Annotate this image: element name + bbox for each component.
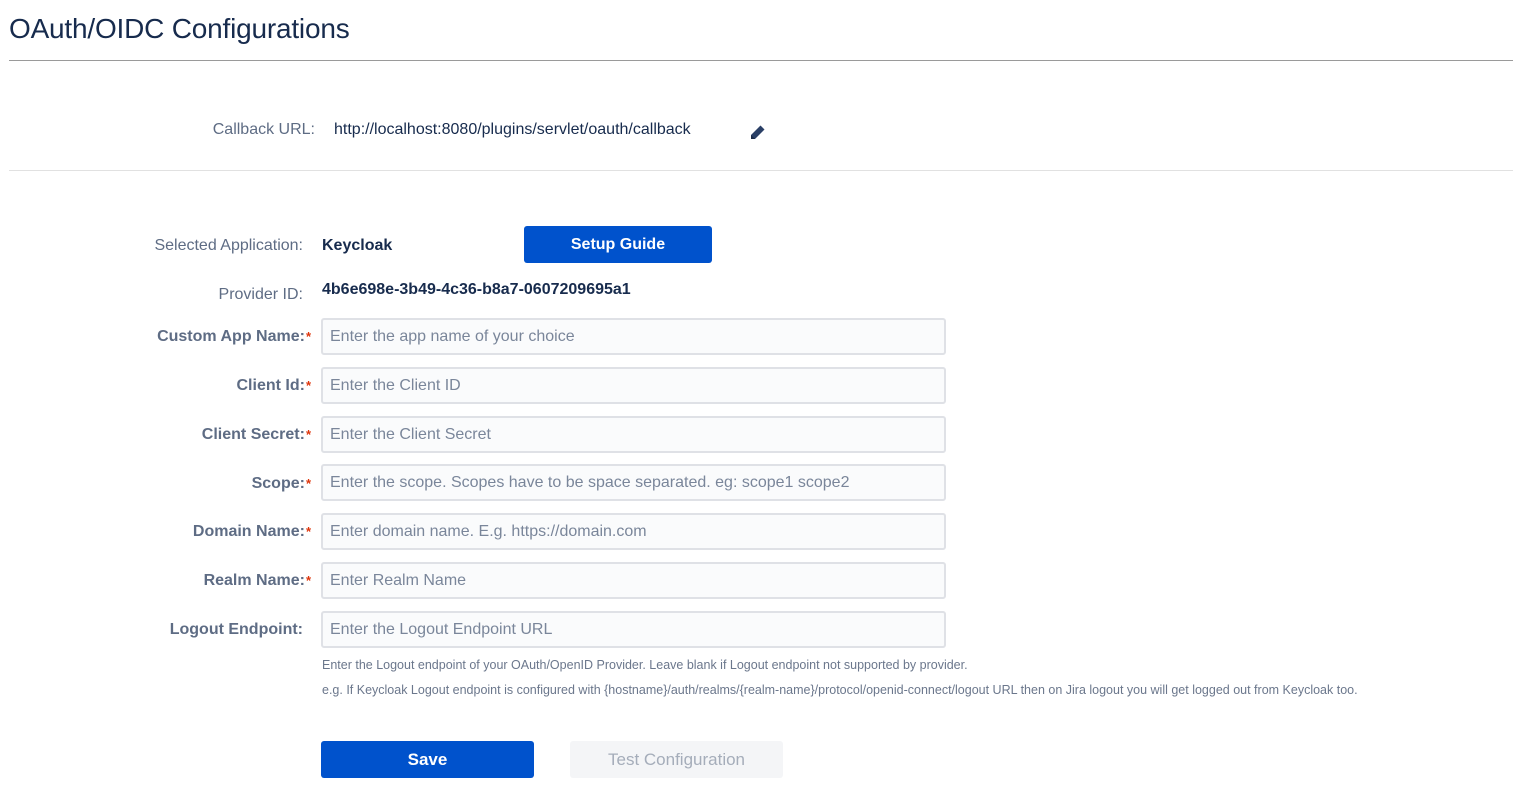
page-title: OAuth/OIDC Configurations [9,13,350,44]
client-id-label-text: Client Id: [236,377,305,394]
realm-name-label: Realm Name:* [204,571,311,591]
required-marker: * [305,573,311,588]
logout-endpoint-help: Enter the Logout endpoint of your OAuth/… [322,658,968,672]
section-divider [9,170,1513,171]
selected-application-label: Selected Application: [154,237,303,254]
domain-name-label-text: Domain Name: [192,523,305,540]
required-marker: * [305,524,311,539]
provider-id-value: 4b6e698e-3b49-4c36-b8a7-0607209695a1 [322,281,631,298]
realm-name-label-text: Realm Name: [203,572,305,589]
client-secret-label: Client Secret:* [202,425,311,445]
test-configuration-button[interactable]: Test Configuration [570,741,783,778]
required-marker: * [305,378,311,393]
title-divider [9,60,1513,61]
client-id-input[interactable] [321,367,946,404]
client-secret-label-text: Client Secret: [201,426,305,443]
required-marker: * [305,476,311,491]
provider-id-label: Provider ID: [218,286,303,303]
required-marker: * [305,329,311,344]
scope-label: Scope:* [252,474,311,494]
setup-guide-button[interactable]: Setup Guide [524,226,712,263]
callback-url-value: http://localhost:8080/plugins/servlet/oa… [334,121,691,138]
domain-name-label: Domain Name:* [193,522,311,542]
client-id-label: Client Id:* [237,376,312,396]
scope-input[interactable] [321,464,946,501]
save-button[interactable]: Save [321,741,534,778]
client-secret-input[interactable] [321,416,946,453]
logout-endpoint-example: e.g. If Keycloak Logout endpoint is conf… [322,683,1358,697]
callback-url-label: Callback URL: [212,121,315,138]
pencil-icon[interactable] [748,123,767,142]
selected-application-value: Keycloak [322,237,393,254]
custom-app-name-label-text: Custom App Name: [157,328,305,345]
required-marker: * [305,427,311,442]
realm-name-input[interactable] [321,562,946,599]
custom-app-name-label: Custom App Name:* [157,327,311,347]
oauth-config-page: OAuth/OIDC Configurations Callback URL: … [0,0,1513,787]
logout-endpoint-input[interactable] [321,611,946,648]
custom-app-name-input[interactable] [321,318,946,355]
logout-endpoint-label: Logout Endpoint: [169,621,303,638]
scope-label-text: Scope: [251,475,305,492]
domain-name-input[interactable] [321,513,946,550]
